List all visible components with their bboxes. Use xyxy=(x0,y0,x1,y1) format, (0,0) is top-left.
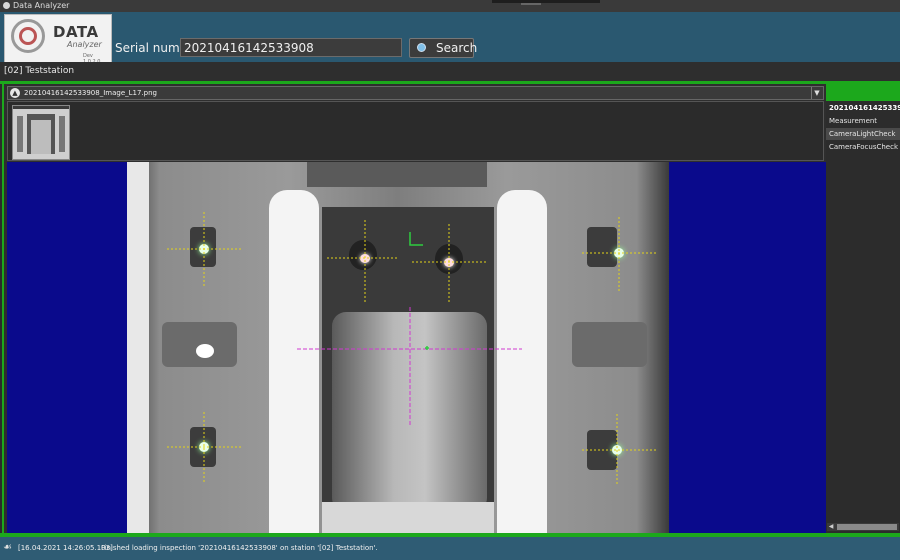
app-icon xyxy=(3,2,10,9)
chevron-up-icon[interactable]: ▲ xyxy=(10,88,20,98)
station-name: [02] Teststation xyxy=(4,66,75,76)
image-viewer[interactable] xyxy=(7,162,826,533)
scrollbar-thumb[interactable] xyxy=(837,524,897,530)
search-button-label: Search xyxy=(436,41,478,55)
window-title: Data Analyzer xyxy=(13,1,70,10)
inspection-image xyxy=(127,162,669,533)
sidebar-item-camerafocuscheck[interactable]: CameraFocusCheck xyxy=(826,141,900,153)
app-logo: DATA Analyzer Dev 1.0.2.0 xyxy=(4,14,112,65)
results-sidebar: 20210416142533908 Measurement CameraLigh… xyxy=(826,84,900,533)
footsteps-icon: ☙ xyxy=(3,542,12,553)
image-filename: 20210416142533908_Image_L17.png xyxy=(24,89,157,97)
serial-number-input[interactable]: 20210416142533908 xyxy=(180,38,402,57)
window-drag-handle[interactable] xyxy=(492,0,600,3)
sidebar-horizontal-scrollbar[interactable]: ◀ xyxy=(827,523,899,531)
window-titlebar: Data Analyzer xyxy=(0,0,900,12)
search-icon xyxy=(417,43,426,52)
image-thumbnail[interactable] xyxy=(12,105,70,160)
thumbnail-strip xyxy=(7,101,824,161)
status-message: Finished loading inspection '20210416142… xyxy=(101,544,378,552)
logo-subtitle: Analyzer xyxy=(67,40,102,49)
scroll-left-icon[interactable]: ◀ xyxy=(827,523,835,531)
logo-word: DATA xyxy=(53,23,99,41)
image-selector[interactable]: ▲ 20210416142533908_Image_L17.png ▼ xyxy=(7,86,824,100)
sidebar-item-cameralightcheck[interactable]: CameraLightCheck xyxy=(826,128,900,140)
measurement-overlay xyxy=(167,212,657,484)
sidebar-item-measurement[interactable]: Measurement xyxy=(826,115,900,127)
station-bar: [02] Teststation xyxy=(0,62,900,81)
window-drag-grip-icon xyxy=(521,3,541,5)
sidebar-status-bar xyxy=(826,84,900,101)
main-panel: ▲ 20210416142533908_Image_L17.png ▼ xyxy=(2,84,826,533)
status-bar: ☙ [16.04.2021 14:26:05.103] Finished loa… xyxy=(0,537,900,560)
sidebar-header[interactable]: 20210416142533908 xyxy=(826,102,900,114)
status-timestamp: [16.04.2021 14:26:05.103] xyxy=(18,544,113,552)
chevron-down-icon[interactable]: ▼ xyxy=(811,87,822,99)
search-button[interactable]: Search xyxy=(409,38,478,58)
logo-inner-ring-icon xyxy=(19,27,37,45)
app-header: DATA Analyzer Dev 1.0.2.0 Serial number:… xyxy=(0,12,900,65)
